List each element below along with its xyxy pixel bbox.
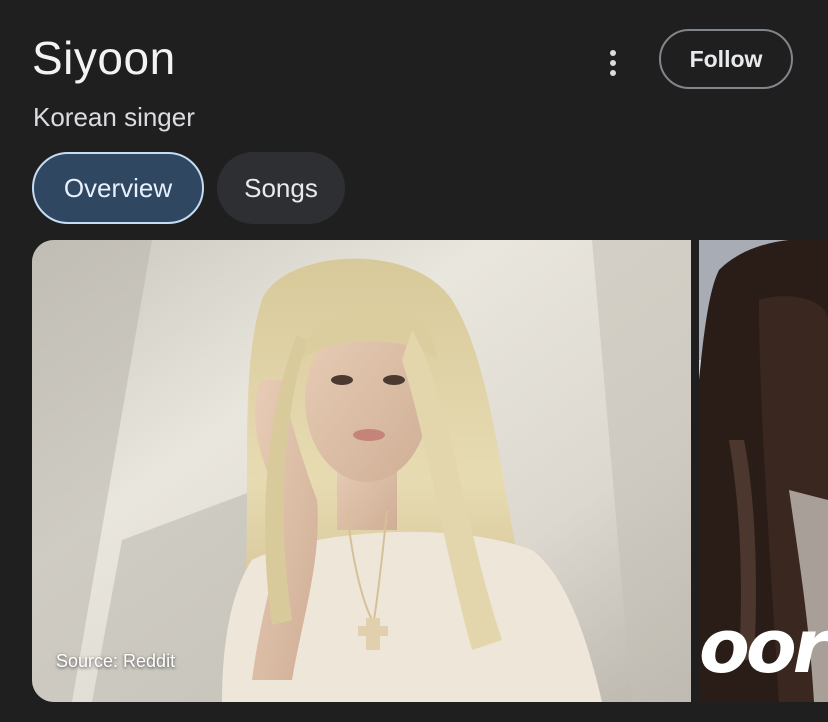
more-vert-icon: [610, 50, 616, 76]
portrait-image: [32, 240, 691, 702]
follow-button[interactable]: Follow: [659, 29, 793, 89]
more-options-button[interactable]: [590, 40, 636, 86]
tab-songs[interactable]: Songs: [217, 152, 345, 224]
image-overlay-text: oor: [699, 604, 828, 690]
second-photo[interactable]: oor: [699, 240, 828, 702]
image-source-label: Source: Reddit: [56, 651, 176, 671]
entity-title: Siyoon: [32, 32, 176, 84]
entity-subtitle: Korean singer: [33, 102, 195, 132]
tab-bar: Overview Songs: [32, 152, 345, 224]
tab-overview[interactable]: Overview: [32, 152, 204, 224]
main-photo[interactable]: Source: Reddit: [32, 240, 691, 702]
knowledge-panel: Siyoon Korean singer Follow Overview Son…: [0, 0, 828, 722]
